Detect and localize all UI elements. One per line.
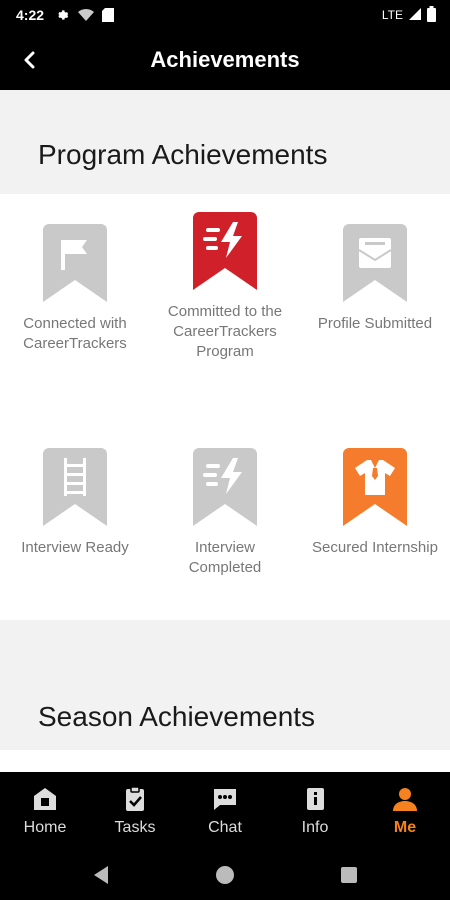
flag-badge-icon	[43, 224, 107, 302]
shirt-badge-icon	[343, 448, 407, 526]
network-type: LTE	[381, 8, 403, 22]
system-back-icon[interactable]	[39, 865, 163, 885]
nav-home[interactable]: Home	[0, 772, 90, 850]
wifi-icon	[78, 8, 95, 22]
achievement-profile-submitted[interactable]: Profile Submitted	[300, 194, 450, 406]
page-title: Achievements	[150, 47, 300, 72]
achievements-content[interactable]: Program Achievements Connected with Care…	[0, 90, 450, 772]
nav-me[interactable]: Me	[360, 772, 450, 850]
nav-chat[interactable]: Chat	[180, 772, 270, 850]
home-icon	[34, 788, 56, 810]
program-achievements-header: Program Achievements	[0, 90, 450, 194]
nav-label: Chat	[208, 819, 242, 836]
system-recents-icon[interactable]	[287, 866, 411, 884]
season-achievements-header: Season Achievements	[0, 656, 450, 750]
envelope-badge-icon	[343, 224, 407, 302]
badge-label: Connected with CareerTrackers	[23, 315, 127, 352]
section-heading: Program Achievements	[38, 139, 328, 170]
info-book-icon	[307, 788, 324, 810]
nav-label: Me	[393, 819, 417, 836]
chat-icon	[214, 789, 236, 810]
program-badge-grid: Connected with CareerTrackers Committed …	[0, 194, 450, 620]
achievement-connected[interactable]: Connected with CareerTrackers	[0, 194, 150, 406]
badge-label: Secured Internship	[312, 539, 438, 556]
badge-label: Profile Submitted	[317, 315, 433, 332]
section-divider	[0, 620, 450, 656]
nav-label: Home	[23, 819, 67, 836]
status-bar: 4:22 LTE	[0, 0, 450, 30]
achievement-committed[interactable]: Committed to the CareerTrackers Program	[150, 194, 300, 406]
badge-label: Interview Completed	[188, 539, 262, 576]
nav-label: Tasks	[114, 819, 156, 836]
ladder-badge-icon	[43, 448, 107, 526]
badge-label: Interview Ready	[21, 539, 129, 556]
back-arrow-icon[interactable]	[12, 42, 48, 78]
lightning-badge-icon	[193, 448, 257, 526]
season-badge-grid	[0, 750, 450, 772]
achievement-interview-completed[interactable]: Interview Completed	[150, 406, 300, 620]
battery-icon	[427, 5, 436, 25]
person-icon	[393, 788, 417, 811]
badge-label: Committed to the CareerTrackers Program	[167, 303, 283, 360]
nav-tasks[interactable]: Tasks	[90, 772, 180, 850]
signal-icon	[409, 7, 421, 23]
lightning-badge-icon	[193, 212, 257, 290]
achievement-interview-ready[interactable]: Interview Ready	[0, 406, 150, 620]
section-heading: Season Achievements	[38, 701, 316, 732]
achievement-secured-internship[interactable]: Secured Internship	[300, 406, 450, 620]
bottom-navigation: Home Tasks Chat Info Me	[0, 772, 450, 850]
clipboard-icon	[126, 786, 144, 811]
system-home-icon[interactable]	[163, 864, 287, 886]
app-bar: Achievements	[0, 30, 450, 90]
nav-label: Info	[301, 819, 329, 836]
sd-card-icon	[102, 8, 115, 22]
settings-gear-icon	[56, 8, 70, 22]
system-navigation-bar	[0, 850, 450, 900]
status-time: 4:22	[16, 7, 45, 23]
nav-info[interactable]: Info	[270, 772, 360, 850]
